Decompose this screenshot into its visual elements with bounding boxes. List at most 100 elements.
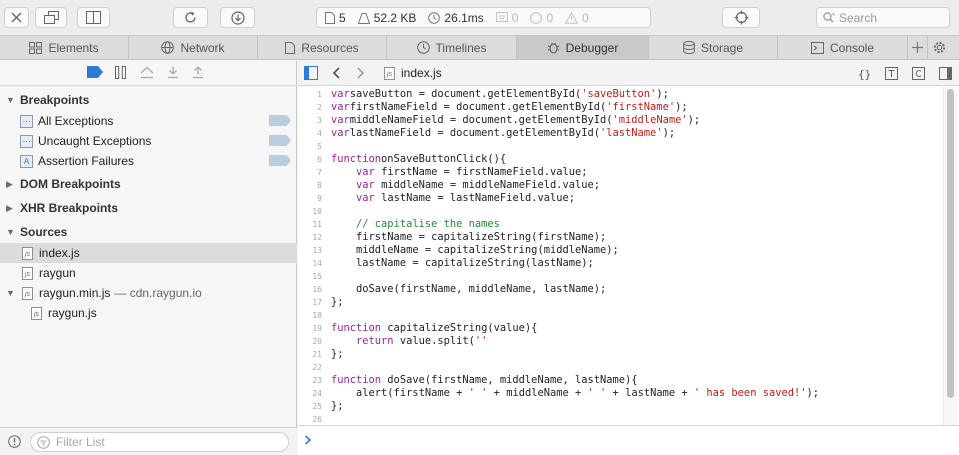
breakpoint-assertion-failures[interactable]: A Assertion Failures [0, 151, 297, 171]
step-out-icon[interactable] [192, 66, 204, 79]
line-number[interactable]: 25 [298, 400, 324, 413]
toggle-details-sidebar-icon[interactable] [939, 67, 952, 80]
line-number[interactable]: 20 [298, 335, 324, 348]
code-line[interactable]: 9 var lastName = lastNameField.value; [298, 192, 943, 205]
xhr-breakpoints-section-header[interactable]: ▶ XHR Breakpoints [0, 197, 297, 219]
line-number[interactable]: 4 [298, 127, 324, 140]
breakpoint-all-exceptions[interactable]: ⋯ All Exceptions [0, 111, 297, 131]
line-number[interactable]: 9 [298, 192, 324, 205]
code-line[interactable]: 23 function doSave(firstName, middleName,… [298, 374, 943, 387]
info-icon[interactable] [8, 435, 21, 448]
line-number[interactable]: 24 [298, 387, 324, 400]
code-scrollbar[interactable] [943, 87, 957, 425]
type-profiler-icon[interactable] [885, 67, 898, 80]
line-number[interactable]: 11 [298, 218, 324, 231]
new-tab-button[interactable] [908, 36, 928, 59]
line-number[interactable]: 8 [298, 179, 324, 192]
code-line[interactable]: 2 varfirstNameField = document.getElement… [298, 101, 943, 114]
line-number[interactable]: 6 [298, 153, 324, 166]
breakpoints-section-header[interactable]: ▼ Breakpoints [0, 89, 297, 111]
tab-storage[interactable]: Storage [649, 36, 778, 59]
filter-list-input[interactable]: Filter List [30, 432, 289, 452]
download-button[interactable] [220, 7, 255, 28]
code-line[interactable]: 14 lastName = capitalizeString(lastName)… [298, 257, 943, 270]
line-number[interactable]: 17 [298, 296, 324, 309]
code-line[interactable]: 1 varsaveButton = document.getElementById… [298, 88, 943, 101]
reload-button[interactable] [173, 7, 208, 28]
code-line[interactable]: 17}; [298, 296, 943, 309]
code-line[interactable]: 4 varlastNameField = document.getElementB… [298, 127, 943, 140]
errors-count[interactable]: 0 [530, 11, 553, 25]
code-line[interactable]: 10 [298, 205, 943, 218]
code-line[interactable]: 11 // capitalise the names [298, 218, 943, 231]
source-raygun-min-js[interactable]: ▼ js raygun.min.js — cdn.raygun.io [0, 283, 297, 303]
code-line[interactable]: 15 [298, 270, 943, 283]
scrollbar-thumb[interactable] [947, 89, 954, 398]
source-index-js[interactable]: js index.js [0, 243, 297, 263]
line-number[interactable]: 13 [298, 244, 324, 257]
dock-side-button[interactable] [77, 7, 110, 28]
dashboard[interactable]: 5 52.2 KB 26.1ms 0 0 0 [316, 7, 651, 28]
breakpoint-flag-icon[interactable] [269, 155, 291, 166]
line-number[interactable]: 10 [298, 205, 324, 218]
dom-breakpoints-section-header[interactable]: ▶ DOM Breakpoints [0, 173, 297, 195]
close-button[interactable] [4, 7, 29, 28]
line-number[interactable]: 2 [298, 101, 324, 114]
code-coverage-icon[interactable] [912, 67, 925, 80]
code-line[interactable]: 26 [298, 413, 943, 425]
code-line[interactable]: 22 [298, 361, 943, 374]
line-number[interactable]: 1 [298, 88, 324, 101]
back-arrow-icon[interactable] [332, 67, 340, 79]
step-into-icon[interactable] [167, 66, 179, 79]
code-line[interactable]: 25}; [298, 400, 943, 413]
breakpoint-uncaught-exceptions[interactable]: ⋯ Uncaught Exceptions [0, 131, 297, 151]
resources-size[interactable]: 52.2 KB [357, 11, 416, 25]
code-line[interactable]: 18 [298, 309, 943, 322]
forward-arrow-icon[interactable] [357, 67, 365, 79]
line-number[interactable]: 5 [298, 140, 324, 153]
inspect-button[interactable] [722, 7, 760, 28]
settings-button[interactable] [928, 36, 950, 59]
logs-count[interactable]: 0 [495, 11, 518, 25]
line-number[interactable]: 22 [298, 361, 324, 374]
resources-count[interactable]: 5 [325, 11, 346, 25]
line-number[interactable]: 14 [298, 257, 324, 270]
console-prompt[interactable] [298, 425, 959, 455]
search-input[interactable]: Search [816, 7, 950, 28]
code-line[interactable]: 7 var firstName = firstNameField.value; [298, 166, 943, 179]
source-raygun-js[interactable]: js raygun.js [0, 303, 297, 323]
step-over-icon[interactable] [140, 66, 154, 79]
line-number[interactable]: 19 [298, 322, 324, 335]
code-line[interactable]: 19 function capitalizeString(value){ [298, 322, 943, 335]
line-number[interactable]: 12 [298, 231, 324, 244]
editor-file-breadcrumb[interactable]: js index.js [384, 66, 442, 80]
code-view[interactable]: 1 varsaveButton = document.getElementById… [298, 87, 943, 425]
code-line[interactable]: 21}; [298, 348, 943, 361]
code-line[interactable]: 5 [298, 140, 943, 153]
tab-elements[interactable]: Elements [0, 36, 129, 59]
line-number[interactable]: 23 [298, 374, 324, 387]
tab-resources[interactable]: Resources [258, 36, 387, 59]
tab-console[interactable]: Console [778, 36, 908, 59]
code-line[interactable]: 6 functiononSaveButtonClick(){ [298, 153, 943, 166]
source-raygun[interactable]: js raygun [0, 263, 297, 283]
line-number[interactable]: 3 [298, 114, 324, 127]
pretty-print-icon[interactable]: {} [858, 67, 872, 80]
tab-network[interactable]: Network [129, 36, 258, 59]
toggle-sidebar-icon[interactable] [304, 66, 318, 80]
line-number[interactable]: 18 [298, 309, 324, 322]
undock-button[interactable] [35, 7, 67, 28]
tab-debugger[interactable]: Debugger [517, 36, 649, 59]
line-number[interactable]: 21 [298, 348, 324, 361]
load-time[interactable]: 26.1ms [428, 11, 484, 25]
warnings-count[interactable]: 0 [565, 11, 589, 25]
code-line[interactable]: 12 firstName = capitalizeString(firstNam… [298, 231, 943, 244]
breakpoints-toggle-icon[interactable] [87, 66, 103, 78]
sources-section-header[interactable]: ▼ Sources [0, 221, 297, 243]
code-line[interactable]: 13 middleName = capitalizeString(middleN… [298, 244, 943, 257]
code-line[interactable]: 16 doSave(firstName, middleName, lastNam… [298, 283, 943, 296]
breakpoint-flag-icon[interactable] [269, 115, 291, 126]
code-line[interactable]: 20 return value.split('' [298, 335, 943, 348]
line-number[interactable]: 16 [298, 283, 324, 296]
breakpoint-flag-icon[interactable] [269, 135, 291, 146]
